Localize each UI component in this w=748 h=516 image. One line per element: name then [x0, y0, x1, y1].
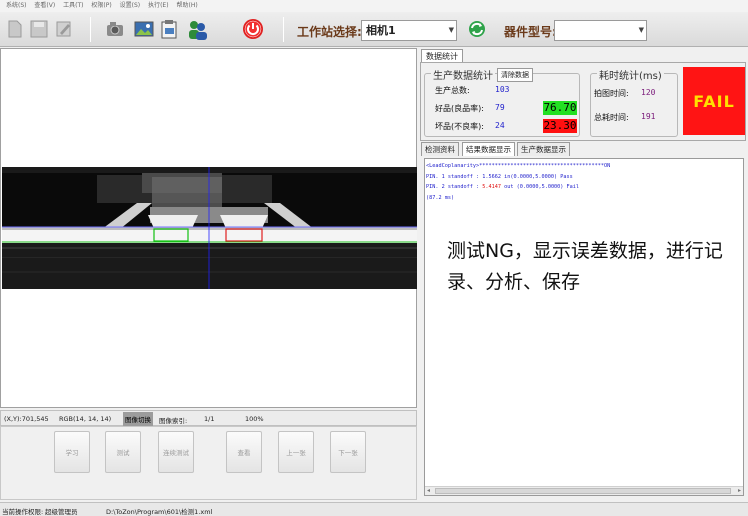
good-label: 好品(良品率): [435, 104, 484, 113]
good-rate: 76.70 [543, 101, 577, 115]
scroll-thumb[interactable] [435, 488, 731, 494]
image-index: 1/1 [204, 415, 215, 423]
scroll-left-icon[interactable]: ◂ [427, 487, 430, 494]
program-path: D:\ToZon\Program\601\检测1.xml [106, 508, 213, 516]
cursor-coords: (X,Y):701,545 [4, 415, 49, 423]
clipboard-icon[interactable] [158, 18, 180, 40]
new-icon[interactable] [4, 18, 26, 40]
previous-image-button[interactable]: 上一张 [278, 431, 314, 473]
annotation-note: 测试NG，显示误差数据，进行记录、分析、保存 [447, 240, 723, 293]
camera-icon[interactable] [104, 18, 126, 40]
horizontal-scrollbar[interactable]: ◂ ▸ [425, 486, 743, 495]
total-time-label: 总耗时间: [594, 113, 629, 122]
test-button[interactable]: 测试 [105, 431, 141, 473]
menu-help[interactable]: 帮助(H) [176, 0, 197, 12]
menu-settings[interactable]: 设置(S) [120, 0, 141, 12]
clear-data-button[interactable]: 清除数据 [497, 68, 533, 82]
menu-tools[interactable]: 工具(T) [63, 0, 83, 12]
menu-permission[interactable]: 权限(P) [91, 0, 111, 12]
power-icon[interactable] [242, 18, 264, 40]
toolbar: 工作站选择: 相机1 ▼ 器件型号: ▼ [0, 12, 748, 47]
scroll-right-icon[interactable]: ▸ [738, 487, 741, 494]
app-window: 系统(S) 查看(V) 工具(T) 权限(P) 设置(S) 执行(E) 帮助(H… [0, 0, 748, 516]
bad-count: 24 [495, 121, 505, 130]
production-stats-group: 生产数据统计 清除数据 生产总数: 103 好品(良品率): 79 76.70 … [424, 67, 580, 137]
chevron-down-icon: ▼ [448, 26, 454, 34]
save-icon[interactable] [28, 18, 50, 40]
image-status-bar: (X,Y):701,545 RGB(14, 14, 14) 图像切换 图像索引:… [0, 410, 417, 426]
tab-inspection-info[interactable]: 检测资料 [421, 142, 459, 156]
toolbar-separator [90, 17, 91, 42]
tab-production-display[interactable]: 生产数据显示 [517, 142, 570, 156]
station-select[interactable]: 相机1 ▼ [361, 20, 457, 41]
user-role: 超级管理员 [45, 508, 78, 516]
station-label: 工作站选择: [297, 25, 362, 39]
learn-button[interactable]: 学习 [54, 431, 90, 473]
user-role-label: 当前操作权限: [2, 508, 44, 516]
menu-execute[interactable]: 执行(E) [148, 0, 168, 12]
tab-data-statistics[interactable]: 数据统计 [421, 49, 463, 63]
result-log[interactable]: <LeadCoplanarity>***********************… [424, 158, 744, 496]
image-index-label: 图像索引: [159, 417, 188, 425]
device-select[interactable]: ▼ [554, 20, 647, 41]
pixel-rgb: RGB(14, 14, 14) [59, 415, 112, 423]
menu-system[interactable]: 系统(S) [6, 0, 27, 12]
users-icon[interactable] [186, 18, 208, 40]
result-line: (87.2 ms) [426, 195, 455, 201]
production-stats-title: 生产数据统计 [431, 67, 495, 82]
status-bar: 当前操作权限: 超级管理员 D:\ToZon\Program\601\检测1.x… [0, 502, 748, 516]
image-view-panel[interactable] [0, 48, 417, 408]
bad-label: 坏品(不良率): [435, 122, 484, 131]
result-line-pin2: PIN. 2 standoff : 5.4147 out (0.0000,5.0… [426, 184, 580, 190]
station-select-value: 相机1 [366, 24, 396, 37]
menu-view[interactable]: 查看(V) [34, 0, 55, 12]
chevron-down-icon: ▼ [638, 26, 644, 34]
device-label: 器件型号: [504, 25, 557, 39]
image-icon[interactable] [133, 18, 155, 40]
total-label: 生产总数: [435, 86, 470, 95]
continuous-test-button[interactable]: 连续测试 [158, 431, 194, 473]
capture-time: 120 [641, 88, 656, 97]
edit-icon[interactable] [53, 18, 75, 40]
result-line: PIN. 2 standoff : 5.4147 out (0.0000,5.0… [426, 184, 579, 190]
time-stats-group: 耗时统计(ms) 拍图时间: 120 总耗时间: 191 [590, 67, 678, 137]
capture-time-label: 拍图时间: [594, 89, 629, 98]
result-line: PIN. 1 standoff : 1.5662 in(0.0000,5.000… [426, 174, 573, 180]
time-stats-title: 耗时统计(ms) [597, 67, 664, 82]
bad-rate: 23.30 [543, 119, 577, 133]
result-line-pin1: PIN. 1 standoff : 1.5662 in(0.0000,5.000… [426, 174, 573, 180]
menu-bar: 系统(S) 查看(V) 工具(T) 权限(P) 设置(S) 执行(E) 帮助(H… [0, 0, 748, 12]
refresh-icon[interactable] [466, 18, 488, 40]
result-line: <LeadCoplanarity>***********************… [426, 163, 611, 169]
total-time: 191 [641, 112, 656, 121]
view-button[interactable]: 查看 [226, 431, 262, 473]
total-count: 103 [495, 85, 510, 94]
toolbar-separator [283, 17, 284, 42]
tab-result-display[interactable]: 结果数据显示 [462, 142, 515, 156]
image-toggle-button[interactable]: 图像切换 [123, 412, 153, 426]
good-count: 79 [495, 103, 505, 112]
result-status-badge: FAIL [683, 67, 745, 135]
action-button-group: 学习 测试 连续测试 查看 上一张 下一张 [0, 426, 417, 500]
next-image-button[interactable]: 下一张 [330, 431, 366, 473]
camera-image[interactable] [2, 167, 417, 289]
zoom-level: 100% [245, 415, 264, 423]
